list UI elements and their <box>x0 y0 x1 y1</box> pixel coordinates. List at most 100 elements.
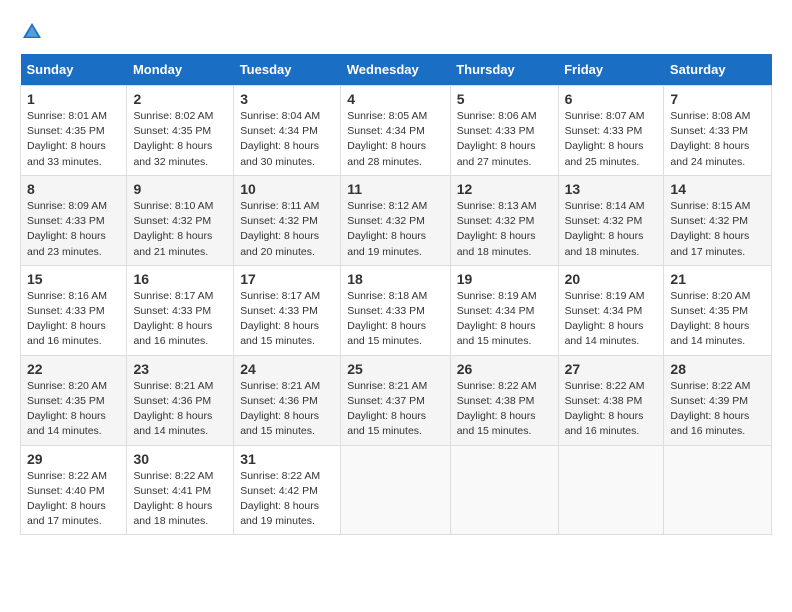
day-number: 27 <box>565 361 658 377</box>
day-number: 21 <box>670 271 765 287</box>
calendar-cell: 6 Sunrise: 8:07 AMSunset: 4:33 PMDayligh… <box>558 86 664 176</box>
calendar-cell: 21 Sunrise: 8:20 AMSunset: 4:35 PMDaylig… <box>664 265 772 355</box>
day-number: 15 <box>27 271 120 287</box>
day-number: 22 <box>27 361 120 377</box>
day-info: Sunrise: 8:04 AMSunset: 4:34 PMDaylight:… <box>240 109 334 170</box>
day-number: 31 <box>240 451 334 467</box>
calendar-cell: 13 Sunrise: 8:14 AMSunset: 4:32 PMDaylig… <box>558 175 664 265</box>
calendar-cell: 10 Sunrise: 8:11 AMSunset: 4:32 PMDaylig… <box>234 175 341 265</box>
day-info: Sunrise: 8:07 AMSunset: 4:33 PMDaylight:… <box>565 109 658 170</box>
day-info: Sunrise: 8:22 AMSunset: 4:38 PMDaylight:… <box>457 379 552 440</box>
calendar-cell: 29 Sunrise: 8:22 AMSunset: 4:40 PMDaylig… <box>21 445 127 535</box>
day-header-saturday: Saturday <box>664 54 772 86</box>
day-info: Sunrise: 8:17 AMSunset: 4:33 PMDaylight:… <box>240 289 334 350</box>
day-info: Sunrise: 8:22 AMSunset: 4:40 PMDaylight:… <box>27 469 120 530</box>
calendar-cell: 27 Sunrise: 8:22 AMSunset: 4:38 PMDaylig… <box>558 355 664 445</box>
calendar-cell: 1 Sunrise: 8:01 AMSunset: 4:35 PMDayligh… <box>21 86 127 176</box>
day-header-thursday: Thursday <box>450 54 558 86</box>
calendar-cell <box>664 445 772 535</box>
calendar-cell: 14 Sunrise: 8:15 AMSunset: 4:32 PMDaylig… <box>664 175 772 265</box>
calendar-cell: 17 Sunrise: 8:17 AMSunset: 4:33 PMDaylig… <box>234 265 341 355</box>
day-info: Sunrise: 8:19 AMSunset: 4:34 PMDaylight:… <box>457 289 552 350</box>
calendar-week-5: 29 Sunrise: 8:22 AMSunset: 4:40 PMDaylig… <box>21 445 772 535</box>
calendar-cell: 26 Sunrise: 8:22 AMSunset: 4:38 PMDaylig… <box>450 355 558 445</box>
days-header-row: SundayMondayTuesdayWednesdayThursdayFrid… <box>21 54 772 86</box>
calendar-cell: 9 Sunrise: 8:10 AMSunset: 4:32 PMDayligh… <box>127 175 234 265</box>
day-number: 29 <box>27 451 120 467</box>
day-header-sunday: Sunday <box>21 54 127 86</box>
day-info: Sunrise: 8:21 AMSunset: 4:37 PMDaylight:… <box>347 379 443 440</box>
day-number: 3 <box>240 91 334 107</box>
day-number: 8 <box>27 181 120 197</box>
day-number: 24 <box>240 361 334 377</box>
calendar-cell: 22 Sunrise: 8:20 AMSunset: 4:35 PMDaylig… <box>21 355 127 445</box>
day-number: 30 <box>133 451 227 467</box>
calendar-cell: 3 Sunrise: 8:04 AMSunset: 4:34 PMDayligh… <box>234 86 341 176</box>
calendar-cell <box>558 445 664 535</box>
day-info: Sunrise: 8:22 AMSunset: 4:38 PMDaylight:… <box>565 379 658 440</box>
day-info: Sunrise: 8:18 AMSunset: 4:33 PMDaylight:… <box>347 289 443 350</box>
calendar-cell: 12 Sunrise: 8:13 AMSunset: 4:32 PMDaylig… <box>450 175 558 265</box>
calendar-cell: 20 Sunrise: 8:19 AMSunset: 4:34 PMDaylig… <box>558 265 664 355</box>
day-info: Sunrise: 8:22 AMSunset: 4:39 PMDaylight:… <box>670 379 765 440</box>
day-info: Sunrise: 8:06 AMSunset: 4:33 PMDaylight:… <box>457 109 552 170</box>
day-number: 26 <box>457 361 552 377</box>
day-info: Sunrise: 8:01 AMSunset: 4:35 PMDaylight:… <box>27 109 120 170</box>
day-header-friday: Friday <box>558 54 664 86</box>
day-number: 11 <box>347 181 443 197</box>
calendar-cell: 4 Sunrise: 8:05 AMSunset: 4:34 PMDayligh… <box>341 86 450 176</box>
day-info: Sunrise: 8:21 AMSunset: 4:36 PMDaylight:… <box>133 379 227 440</box>
calendar-cell <box>341 445 450 535</box>
day-header-tuesday: Tuesday <box>234 54 341 86</box>
calendar-cell: 2 Sunrise: 8:02 AMSunset: 4:35 PMDayligh… <box>127 86 234 176</box>
calendar-week-2: 8 Sunrise: 8:09 AMSunset: 4:33 PMDayligh… <box>21 175 772 265</box>
day-number: 7 <box>670 91 765 107</box>
calendar-cell: 18 Sunrise: 8:18 AMSunset: 4:33 PMDaylig… <box>341 265 450 355</box>
day-info: Sunrise: 8:14 AMSunset: 4:32 PMDaylight:… <box>565 199 658 260</box>
page-header <box>20 20 772 44</box>
calendar-cell: 23 Sunrise: 8:21 AMSunset: 4:36 PMDaylig… <box>127 355 234 445</box>
calendar-cell: 30 Sunrise: 8:22 AMSunset: 4:41 PMDaylig… <box>127 445 234 535</box>
day-number: 13 <box>565 181 658 197</box>
calendar-week-1: 1 Sunrise: 8:01 AMSunset: 4:35 PMDayligh… <box>21 86 772 176</box>
logo <box>20 20 48 44</box>
day-info: Sunrise: 8:05 AMSunset: 4:34 PMDaylight:… <box>347 109 443 170</box>
logo-icon <box>20 20 44 44</box>
calendar-cell: 19 Sunrise: 8:19 AMSunset: 4:34 PMDaylig… <box>450 265 558 355</box>
calendar-cell: 24 Sunrise: 8:21 AMSunset: 4:36 PMDaylig… <box>234 355 341 445</box>
calendar-cell: 8 Sunrise: 8:09 AMSunset: 4:33 PMDayligh… <box>21 175 127 265</box>
day-info: Sunrise: 8:09 AMSunset: 4:33 PMDaylight:… <box>27 199 120 260</box>
calendar-cell: 31 Sunrise: 8:22 AMSunset: 4:42 PMDaylig… <box>234 445 341 535</box>
day-info: Sunrise: 8:20 AMSunset: 4:35 PMDaylight:… <box>670 289 765 350</box>
calendar-week-3: 15 Sunrise: 8:16 AMSunset: 4:33 PMDaylig… <box>21 265 772 355</box>
day-header-wednesday: Wednesday <box>341 54 450 86</box>
day-number: 25 <box>347 361 443 377</box>
day-number: 5 <box>457 91 552 107</box>
day-info: Sunrise: 8:12 AMSunset: 4:32 PMDaylight:… <box>347 199 443 260</box>
day-info: Sunrise: 8:22 AMSunset: 4:42 PMDaylight:… <box>240 469 334 530</box>
day-info: Sunrise: 8:08 AMSunset: 4:33 PMDaylight:… <box>670 109 765 170</box>
calendar-cell <box>450 445 558 535</box>
calendar-week-4: 22 Sunrise: 8:20 AMSunset: 4:35 PMDaylig… <box>21 355 772 445</box>
day-number: 2 <box>133 91 227 107</box>
day-number: 9 <box>133 181 227 197</box>
day-number: 18 <box>347 271 443 287</box>
day-number: 16 <box>133 271 227 287</box>
day-number: 6 <box>565 91 658 107</box>
day-number: 20 <box>565 271 658 287</box>
day-number: 4 <box>347 91 443 107</box>
calendar-cell: 5 Sunrise: 8:06 AMSunset: 4:33 PMDayligh… <box>450 86 558 176</box>
calendar-cell: 25 Sunrise: 8:21 AMSunset: 4:37 PMDaylig… <box>341 355 450 445</box>
day-info: Sunrise: 8:02 AMSunset: 4:35 PMDaylight:… <box>133 109 227 170</box>
day-number: 1 <box>27 91 120 107</box>
calendar-table: SundayMondayTuesdayWednesdayThursdayFrid… <box>20 54 772 535</box>
day-info: Sunrise: 8:20 AMSunset: 4:35 PMDaylight:… <box>27 379 120 440</box>
day-number: 17 <box>240 271 334 287</box>
day-header-monday: Monday <box>127 54 234 86</box>
day-info: Sunrise: 8:11 AMSunset: 4:32 PMDaylight:… <box>240 199 334 260</box>
day-info: Sunrise: 8:16 AMSunset: 4:33 PMDaylight:… <box>27 289 120 350</box>
day-info: Sunrise: 8:21 AMSunset: 4:36 PMDaylight:… <box>240 379 334 440</box>
day-info: Sunrise: 8:15 AMSunset: 4:32 PMDaylight:… <box>670 199 765 260</box>
calendar-cell: 28 Sunrise: 8:22 AMSunset: 4:39 PMDaylig… <box>664 355 772 445</box>
day-number: 23 <box>133 361 227 377</box>
